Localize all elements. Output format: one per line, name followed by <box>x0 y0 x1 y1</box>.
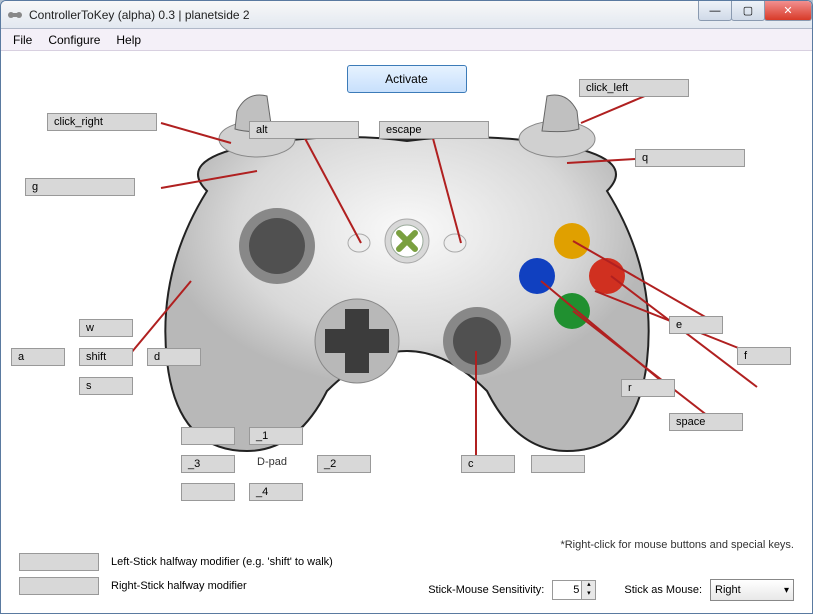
map-rs-extra[interactable] <box>531 455 585 473</box>
close-button[interactable]: ✕ <box>764 1 812 21</box>
spin-up-icon[interactable]: ▴ <box>581 581 595 590</box>
map-btn-y[interactable]: e <box>669 316 723 334</box>
stickmouse-value: Right <box>715 584 741 596</box>
map-btn-x[interactable]: r <box>621 379 675 397</box>
maximize-button[interactable]: ▢ <box>731 1 765 21</box>
controller-image <box>127 91 687 471</box>
map-ls-left[interactable]: a <box>11 348 65 366</box>
map-back[interactable]: alt <box>249 121 359 139</box>
window-title: ControllerToKey (alpha) 0.3 | planetside… <box>29 8 250 22</box>
right-mod-input[interactable] <box>19 577 99 595</box>
map-lt[interactable]: click_right <box>47 113 157 131</box>
bottom-bar: Left-Stick halfway modifier (e.g. 'shift… <box>19 553 794 601</box>
map-rt[interactable]: click_left <box>579 79 689 97</box>
minimize-button[interactable]: — <box>698 1 732 21</box>
map-btn-b[interactable]: f <box>737 347 791 365</box>
left-mod-label: Left-Stick halfway modifier (e.g. 'shift… <box>111 556 333 568</box>
spin-down-icon[interactable]: ▾ <box>581 590 595 599</box>
menu-file[interactable]: File <box>5 31 40 49</box>
activate-button[interactable]: Activate <box>347 65 467 93</box>
map-btn-a[interactable]: space <box>669 413 743 431</box>
sensitivity-label: Stick-Mouse Sensitivity: <box>428 584 544 596</box>
map-dpad-right[interactable]: _2 <box>317 455 371 473</box>
map-lb[interactable]: g <box>25 178 135 196</box>
map-rb[interactable]: q <box>635 149 745 167</box>
map-ls-up[interactable]: w <box>79 319 133 337</box>
map-dpad-left[interactable]: _3 <box>181 455 235 473</box>
content-area: Activate <box>1 51 812 611</box>
menubar: File Configure Help <box>1 29 812 51</box>
dpad-label: D-pad <box>257 456 287 468</box>
right-mod-label: Right-Stick halfway modifier <box>111 580 247 592</box>
map-ls-down[interactable]: s <box>79 377 133 395</box>
map-dpad-up-blank[interactable] <box>181 427 235 445</box>
menu-help[interactable]: Help <box>108 31 149 49</box>
hint-label: *Right-click for mouse buttons and speci… <box>560 539 794 551</box>
sensitivity-spinner[interactable]: 5 ▴▾ <box>552 580 596 600</box>
map-dpad-down[interactable]: _4 <box>249 483 303 501</box>
left-mod-input[interactable] <box>19 553 99 571</box>
app-icon <box>7 7 23 23</box>
map-dpad-up[interactable]: _1 <box>249 427 303 445</box>
titlebar[interactable]: ControllerToKey (alpha) 0.3 | planetside… <box>1 1 812 29</box>
map-start[interactable]: escape <box>379 121 489 139</box>
map-ls-right[interactable]: d <box>147 348 201 366</box>
window-controls: — ▢ ✕ <box>699 1 812 21</box>
stickmouse-label: Stick as Mouse: <box>624 584 702 596</box>
map-rs-click[interactable]: c <box>461 455 515 473</box>
menu-configure[interactable]: Configure <box>40 31 108 49</box>
map-dpad-extra[interactable] <box>181 483 235 501</box>
map-ls-click[interactable]: shift <box>79 348 133 366</box>
sensitivity-value: 5 <box>553 584 581 596</box>
app-window: ControllerToKey (alpha) 0.3 | planetside… <box>0 0 813 614</box>
stickmouse-combo[interactable]: Right <box>710 579 794 601</box>
